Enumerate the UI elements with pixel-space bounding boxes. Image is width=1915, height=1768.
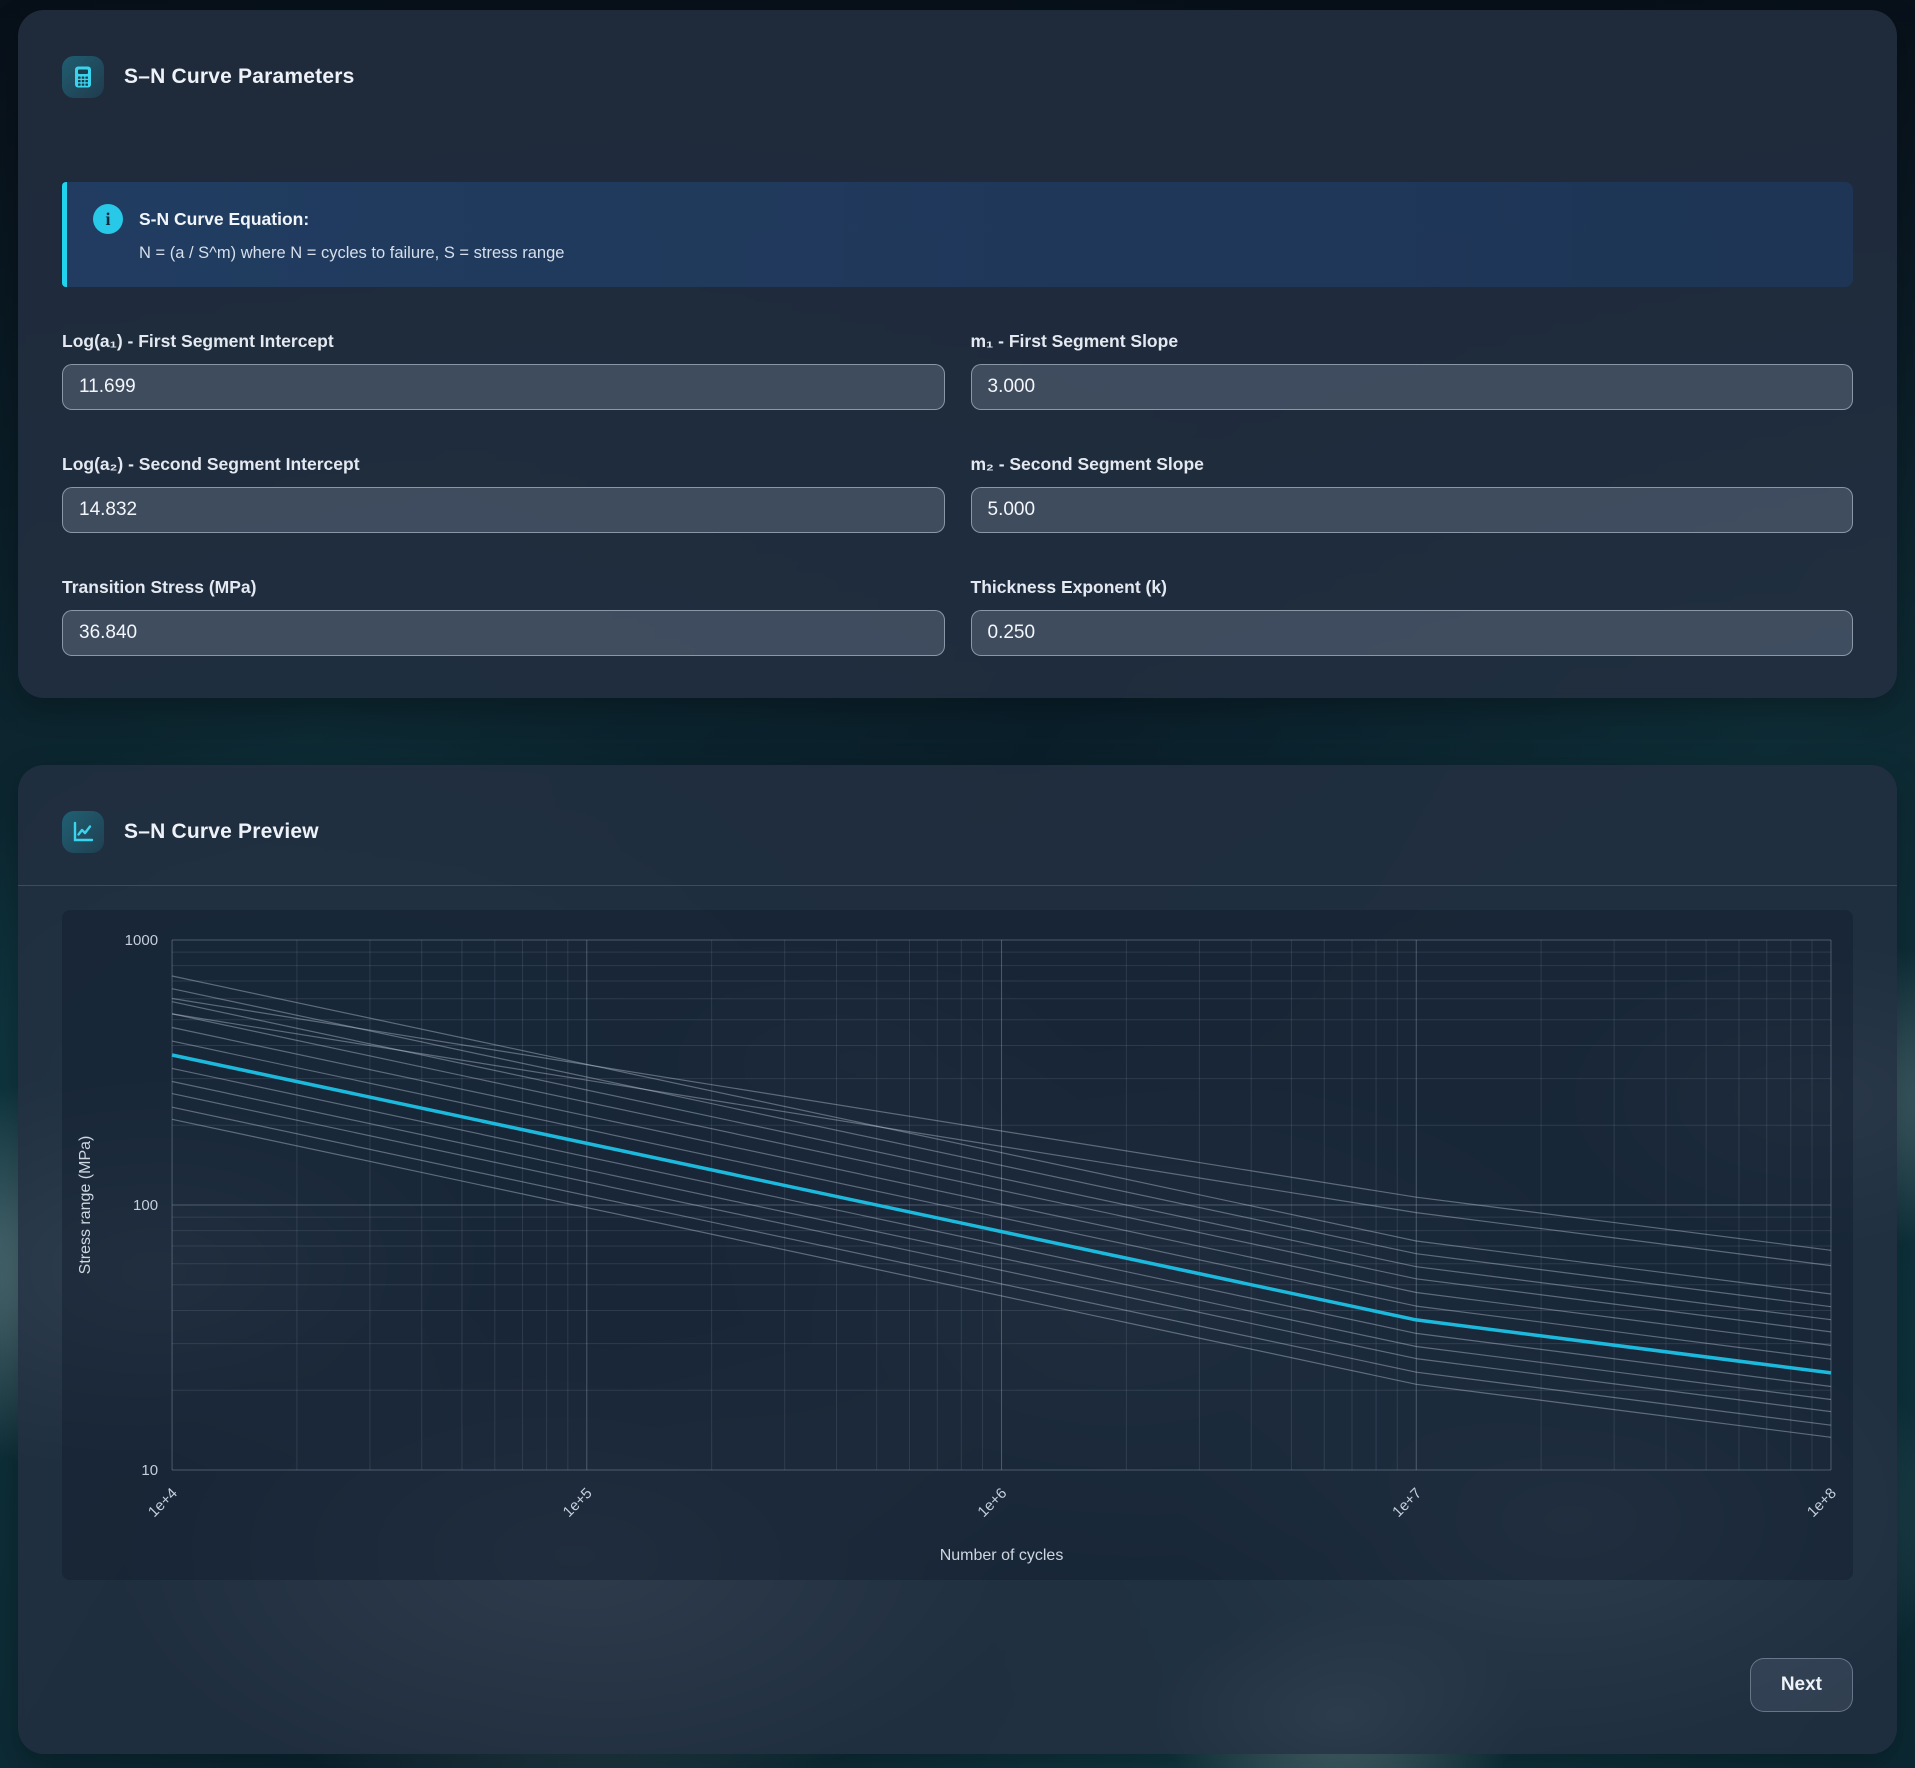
field-label: Transition Stress (MPa) [62, 577, 945, 598]
svg-text:Stress range (MPa): Stress range (MPa) [77, 1136, 94, 1275]
sn-preview-card: S–N Curve Preview 1010010001e+41e+51e+61… [18, 765, 1897, 1754]
equation-info-box: i S-N Curve Equation: N = (a / S^m) wher… [62, 182, 1853, 287]
svg-text:Number of cycles: Number of cycles [940, 1547, 1064, 1564]
field-m1: m₁ - First Segment Slope [971, 331, 1854, 410]
log-a1-input[interactable] [62, 364, 945, 410]
sn-parameters-card: S–N Curve Parameters i S-N Curve Equatio… [18, 10, 1897, 698]
preview-title: S–N Curve Preview [124, 820, 319, 844]
field-log-a1: Log(a₁) - First Segment Intercept [62, 331, 945, 410]
sn-chart-svg: 10 100 1000 1e+4 1e+5 1e+6 1e+7 1e+8 Number of c… [62, 910, 1853, 1580]
equation-heading: S-N Curve Equation: [139, 209, 309, 230]
svg-text:1e+7: 1e+7 [1389, 1485, 1425, 1521]
header-divider [18, 885, 1897, 886]
next-button[interactable]: Next [1750, 1658, 1853, 1712]
parameters-header: S–N Curve Parameters [62, 56, 1853, 98]
field-m2: m₂ - Second Segment Slope [971, 454, 1854, 533]
field-label: Thickness Exponent (k) [971, 577, 1854, 598]
sn-chart-panel: 10 100 1000 1e+4 1e+5 1e+6 1e+7 1e+8 Number of c… [62, 910, 1853, 1580]
svg-text:10: 10 [141, 1462, 158, 1479]
field-transition-stress: Transition Stress (MPa) [62, 577, 945, 656]
parameters-form: Log(a₁) - First Segment Intercept m₁ - F… [62, 331, 1853, 656]
field-log-a2: Log(a₂) - Second Segment Intercept [62, 454, 945, 533]
m1-input[interactable] [971, 364, 1854, 410]
transition-stress-input[interactable] [62, 610, 945, 656]
field-label: Log(a₂) - Second Segment Intercept [62, 454, 945, 475]
log-a2-input[interactable] [62, 487, 945, 533]
calculator-icon [62, 56, 104, 98]
svg-text:1e+8: 1e+8 [1804, 1485, 1840, 1521]
parameters-title: S–N Curve Parameters [124, 65, 354, 89]
svg-text:1e+5: 1e+5 [560, 1485, 596, 1521]
preview-header: S–N Curve Preview [62, 811, 1853, 853]
line-chart-icon [62, 811, 104, 853]
svg-text:1000: 1000 [125, 932, 158, 949]
field-thickness-exponent: Thickness Exponent (k) [971, 577, 1854, 656]
field-label: m₂ - Second Segment Slope [971, 454, 1854, 475]
equation-text: N = (a / S^m) where N = cycles to failur… [139, 244, 1827, 263]
field-label: m₁ - First Segment Slope [971, 331, 1854, 352]
svg-text:1e+6: 1e+6 [974, 1485, 1010, 1521]
svg-text:1e+4: 1e+4 [145, 1485, 181, 1521]
svg-text:100: 100 [133, 1197, 158, 1214]
field-label: Log(a₁) - First Segment Intercept [62, 331, 945, 352]
thickness-exponent-input[interactable] [971, 610, 1854, 656]
info-icon: i [93, 204, 123, 234]
m2-input[interactable] [971, 487, 1854, 533]
